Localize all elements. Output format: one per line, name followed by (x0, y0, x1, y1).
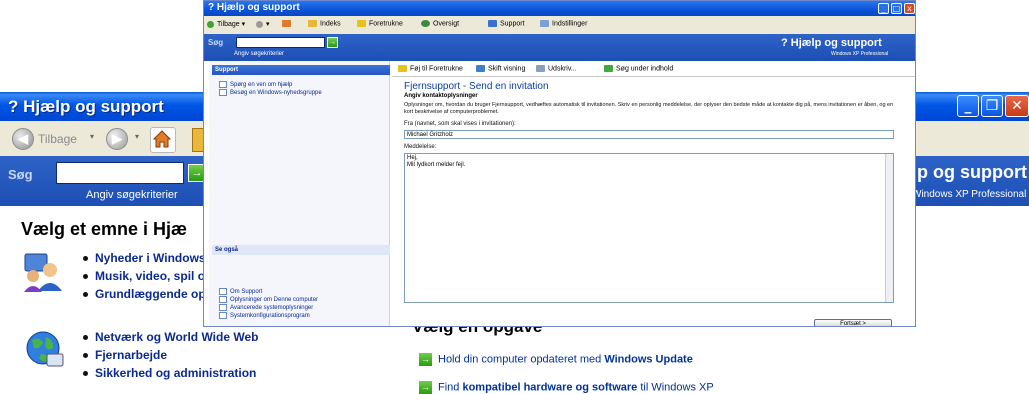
go-arrow-icon: → (419, 353, 432, 366)
maximize-button[interactable]: ❐ (981, 95, 1003, 117)
front-title-bar[interactable]: ? Hjælp og support _ □ x (204, 1, 915, 16)
find-in-page-button[interactable]: Søg under indhold (604, 65, 673, 72)
support-button[interactable]: Support (488, 20, 525, 27)
invite-title: Fjernsupport - Send en invitation (404, 81, 549, 92)
topic-group-2: Netværk og World Wide Web Fjernarbejde S… (81, 328, 258, 382)
front-window-title: ? Hjælp og support (208, 2, 300, 13)
back-window-title: ? Hjælp og support (8, 97, 164, 116)
search-hint: Angiv søgekriterier (234, 51, 285, 57)
message-label: Meddelelse: (404, 144, 437, 150)
topic-link[interactable]: Nyheder i Windows (81, 249, 212, 267)
home-button[interactable] (282, 20, 294, 27)
home-icon (282, 20, 291, 27)
textarea-scrollbar[interactable] (885, 154, 893, 302)
back-arrow-icon[interactable]: ◀ (12, 128, 34, 150)
panel-link-about-support[interactable]: Om Support (219, 288, 262, 295)
help-icon: ? (781, 37, 791, 49)
task-compatible-hardware[interactable]: → Find kompatibel hardware og software ti… (419, 381, 714, 394)
panel-link-newsgroup[interactable]: Besøg en Windows-nyhedsgruppe (219, 89, 322, 96)
close-button[interactable]: x (904, 3, 915, 14)
star-icon (357, 20, 366, 27)
change-view-button[interactable]: Skift visning (476, 65, 525, 72)
forward-dropdown-icon[interactable]: ▾ (135, 132, 139, 141)
see-also-heading: Se også (212, 245, 390, 255)
index-button[interactable]: Indeks (308, 20, 341, 27)
topic-link[interactable]: Fjernarbejde (81, 346, 258, 364)
help-icon: ? (8, 97, 19, 116)
task-windows-update[interactable]: → Hold din computer opdateret med Windows… (419, 353, 693, 366)
forward-arrow-icon (256, 20, 263, 28)
printer-icon (536, 65, 545, 72)
brand-title: p og support (917, 162, 1027, 182)
view-icon (476, 65, 485, 72)
maximize-button[interactable]: □ (891, 3, 902, 14)
brand-subtitle: Windows XP Professional (831, 51, 889, 57)
from-label: Fra (navnet, som skal vises i invitation… (404, 121, 516, 127)
history-button[interactable]: Oversigt (421, 20, 459, 27)
from-name-input[interactable]: Michael Gritzholz (404, 130, 894, 139)
message-textarea[interactable]: Hej, Mit lydkort melder fejl. (404, 153, 894, 303)
search-label: Søg (8, 167, 33, 182)
back-dropdown-icon[interactable]: ▾ (90, 132, 94, 141)
brand-title: ? Hjælp og support (781, 37, 882, 49)
minimize-button[interactable]: _ (957, 95, 979, 117)
panel-link-advanced-system-info[interactable]: Avancerede systemoplysninger (219, 304, 313, 311)
front-toolbar: Tilbage ▾ ▾ Indeks Foretrukne Oversigt S… (204, 16, 915, 35)
message-line: Hej, (407, 155, 418, 161)
topic-group-1: Nyheder i Windows Musik, video, spil og … (81, 249, 212, 303)
back-arrow-icon (207, 20, 214, 28)
search-input[interactable] (56, 162, 184, 184)
topics-heading: Vælg et emne i Hjæ (21, 219, 188, 239)
support-panel-heading: Support (212, 65, 390, 75)
help-icon: ? (208, 2, 215, 13)
search-go-icon[interactable]: → (327, 37, 338, 48)
globe-icon (23, 328, 65, 370)
index-icon (308, 20, 317, 27)
topic-link[interactable]: Netværk og World Wide Web (81, 328, 258, 346)
minimize-button[interactable]: _ (878, 3, 889, 14)
topic-link[interactable]: Grundlæggende opl (81, 285, 212, 303)
favorites-button[interactable]: Foretrukne (357, 20, 403, 27)
topic-link[interactable]: Musik, video, spil og (81, 267, 212, 285)
close-button[interactable]: ✕ (1005, 95, 1029, 117)
back-button[interactable]: Tilbage ▾ (207, 20, 245, 28)
left-panel: Support Spørg en ven om hjælp Besøg en W… (209, 61, 390, 326)
support-icon (488, 20, 497, 27)
forward-button[interactable]: ▾ (256, 20, 270, 28)
home-icon[interactable] (150, 127, 176, 153)
star-icon (398, 65, 407, 72)
people-icon (23, 251, 65, 293)
panel-link-ask-friend[interactable]: Spørg en ven om hjælp (219, 81, 292, 88)
options-button[interactable]: Indstillinger (540, 20, 587, 27)
go-arrow-icon: → (419, 381, 432, 394)
invite-subtitle: Angiv kontaktoplysninger (404, 93, 478, 99)
back-label[interactable]: Tilbage (38, 132, 77, 146)
panel-link-system-config[interactable]: Systemkonfigurationsprogram (219, 312, 310, 319)
add-favorites-button[interactable]: Føj til Foretrukne (398, 65, 463, 72)
search-input[interactable] (236, 37, 325, 48)
search-label: Søg (208, 38, 224, 47)
find-icon (604, 65, 613, 72)
search-hint: Angiv søgekriterier (86, 189, 178, 201)
front-help-window: ? Hjælp og support _ □ x Tilbage ▾ ▾ Ind… (203, 0, 916, 327)
forward-arrow-icon[interactable]: ▶ (106, 128, 128, 150)
content-toolbar: Føj til Foretrukne Skift visning Udskriv… (392, 61, 915, 77)
brand-subtitle: Windows XP Professional (912, 189, 1027, 200)
topic-link[interactable]: Sikkerhed og administration (81, 364, 258, 382)
invite-description: Oplysninger om, hvordan du bruger Fjerns… (404, 102, 894, 115)
message-line: Mit lydkort melder fejl. (407, 162, 466, 168)
continue-button[interactable]: Fortsæt > (814, 319, 892, 326)
history-icon (421, 20, 430, 27)
panel-link-my-computer-info[interactable]: Oplysninger om Denne computer (219, 296, 318, 303)
front-search-band: Søg → Angiv søgekriterier ? Hjælp og sup… (204, 34, 915, 61)
options-icon (540, 20, 549, 27)
print-button[interactable]: Udskriv... (536, 65, 577, 72)
